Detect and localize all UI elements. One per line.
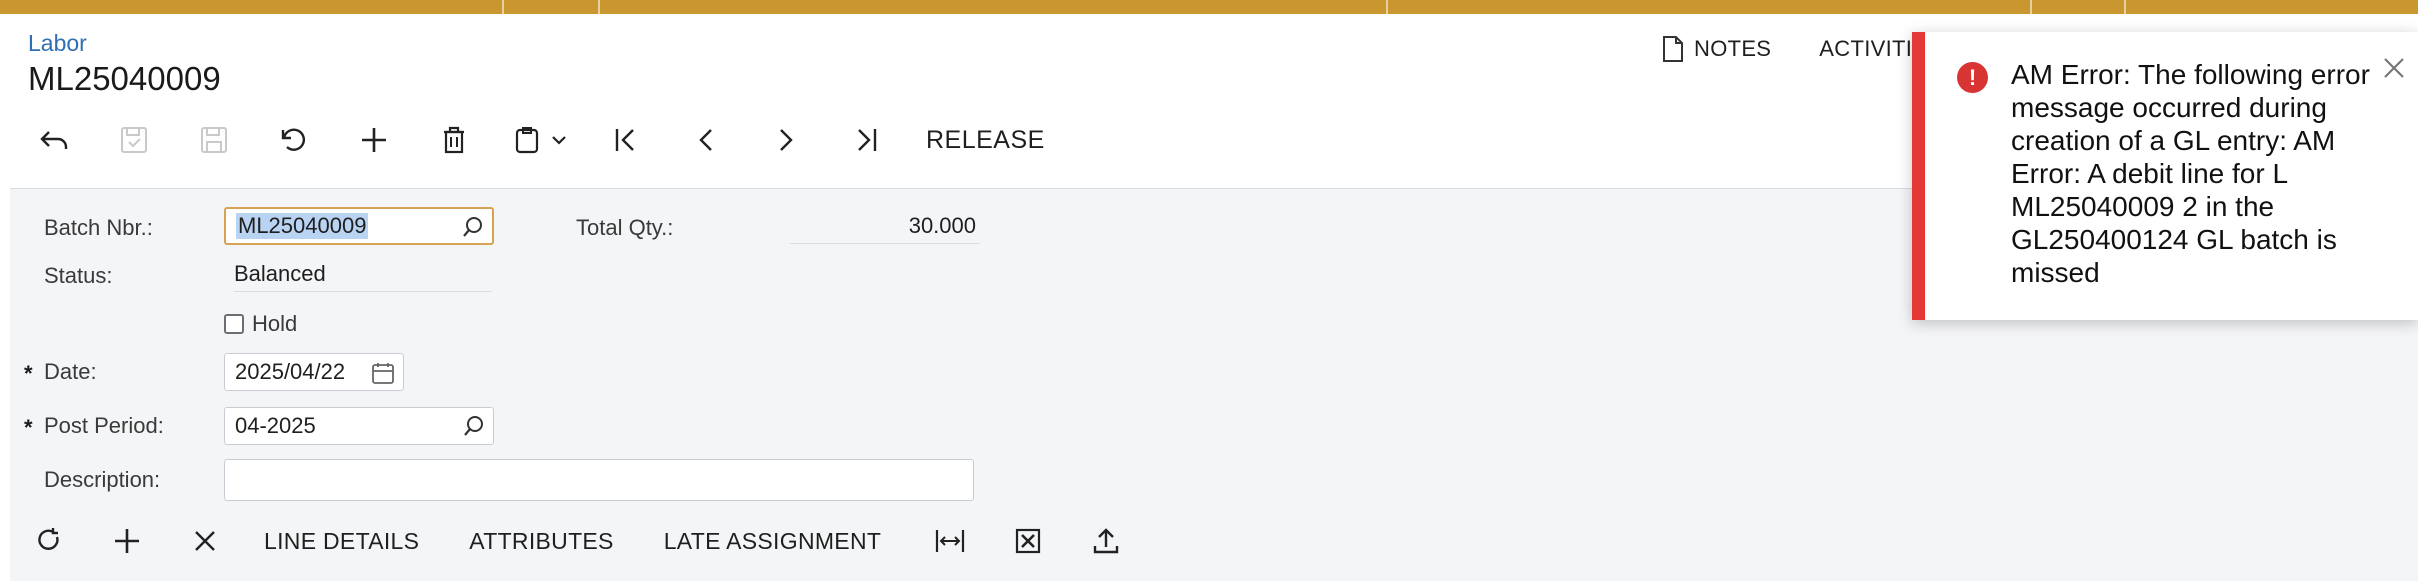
- add-row-button[interactable]: [108, 522, 146, 560]
- activities-label: ACTIVITI: [1819, 36, 1913, 61]
- close-icon: [2384, 58, 2404, 78]
- delete-button[interactable]: [428, 118, 480, 162]
- date-label: Date:: [44, 359, 97, 384]
- save-close-icon: [121, 127, 147, 153]
- back-button[interactable]: [28, 118, 80, 162]
- batch-nbr-value: ML25040009: [236, 213, 369, 239]
- fit-columns-icon: [936, 530, 965, 552]
- topbar-divider: [502, 0, 504, 14]
- required-marker: *: [24, 415, 33, 440]
- batch-nbr-label: Batch Nbr.:: [44, 215, 153, 240]
- date-value: 2025/04/22: [235, 359, 346, 384]
- document-icon: [1663, 36, 1683, 62]
- copy-paste-button[interactable]: [508, 118, 574, 162]
- hold-checkbox-row[interactable]: Hold: [224, 311, 297, 337]
- line-details-button[interactable]: LINE DETAILS: [264, 528, 419, 555]
- export-excel-button[interactable]: [1009, 522, 1047, 560]
- delete-row-button[interactable]: [186, 522, 224, 560]
- notes-label: NOTES: [1694, 36, 1772, 61]
- add-icon: [115, 529, 139, 553]
- grid-toolbar: LINE DETAILS ATTRIBUTES LATE ASSIGNMENT: [30, 519, 1165, 563]
- required-marker: *: [24, 361, 33, 386]
- post-period-value: 04-2025: [235, 413, 316, 438]
- attributes-button[interactable]: ATTRIBUTES: [469, 528, 613, 555]
- post-period-label: Post Period:: [44, 413, 164, 438]
- topbar-divider: [598, 0, 600, 14]
- error-icon: !: [1957, 62, 1988, 93]
- batch-nbr-field[interactable]: ML25040009: [224, 207, 494, 245]
- delete-icon: [444, 126, 464, 154]
- close-icon: [195, 531, 215, 551]
- undo-icon: [281, 128, 306, 151]
- first-record-button[interactable]: [600, 118, 652, 162]
- save-button[interactable]: [188, 118, 240, 162]
- status-value: Balanced: [234, 257, 492, 292]
- hold-checkbox[interactable]: [224, 314, 244, 334]
- calendar-icon[interactable]: [371, 361, 395, 385]
- topbar-divider: [1386, 0, 1388, 14]
- add-button[interactable]: [348, 118, 400, 162]
- first-record-icon: [615, 129, 634, 151]
- error-message: AM Error: The following error message oc…: [2011, 59, 2370, 288]
- last-record-icon: [858, 129, 877, 151]
- upload-icon: [1094, 528, 1119, 554]
- topbar-divider: [2124, 0, 2126, 14]
- activities-button[interactable]: ACTIVITI: [1819, 36, 1912, 62]
- search-icon[interactable]: [462, 216, 484, 238]
- refresh-icon: [38, 528, 59, 550]
- main-toolbar: RELEASE: [28, 118, 1045, 162]
- hold-label: Hold: [252, 311, 298, 336]
- fit-columns-button[interactable]: [931, 522, 969, 560]
- breadcrumb[interactable]: Labor: [28, 30, 87, 57]
- refresh-button[interactable]: [30, 522, 68, 560]
- next-record-button[interactable]: [760, 118, 812, 162]
- description-label: Description:: [44, 467, 161, 492]
- top-brand-bar: [0, 0, 2418, 14]
- undo-button[interactable]: [268, 118, 320, 162]
- excel-icon: [1016, 528, 1041, 554]
- late-assignment-button[interactable]: LATE ASSIGNMENT: [664, 528, 882, 555]
- copy-paste-icon: [515, 127, 539, 154]
- upload-button[interactable]: [1087, 522, 1125, 560]
- total-qty-value: 30.000: [790, 209, 980, 244]
- page-title: ML25040009: [28, 60, 221, 97]
- last-record-button[interactable]: [840, 118, 892, 162]
- chevron-down-icon: [552, 136, 566, 145]
- next-record-icon: [780, 129, 793, 151]
- date-field[interactable]: 2025/04/22: [224, 353, 404, 391]
- save-icon: [201, 127, 227, 153]
- search-icon[interactable]: [463, 415, 485, 437]
- previous-record-icon: [699, 129, 712, 151]
- save-close-button[interactable]: [108, 118, 160, 162]
- previous-record-button[interactable]: [680, 118, 732, 162]
- status-label: Status:: [44, 263, 113, 288]
- back-icon: [40, 131, 68, 149]
- post-period-field[interactable]: 04-2025: [224, 407, 494, 445]
- release-button[interactable]: RELEASE: [926, 126, 1045, 155]
- error-toast: ! AM Error: The following error message …: [1912, 32, 2418, 320]
- top-actions: NOTES ACTIVITI: [1662, 36, 1912, 62]
- close-toast-button[interactable]: [2376, 50, 2412, 86]
- topbar-divider: [2030, 0, 2032, 14]
- total-qty-label: Total Qty.:: [576, 215, 674, 240]
- notes-button[interactable]: NOTES: [1662, 36, 1771, 62]
- add-icon: [362, 128, 386, 152]
- description-field[interactable]: [224, 459, 974, 501]
